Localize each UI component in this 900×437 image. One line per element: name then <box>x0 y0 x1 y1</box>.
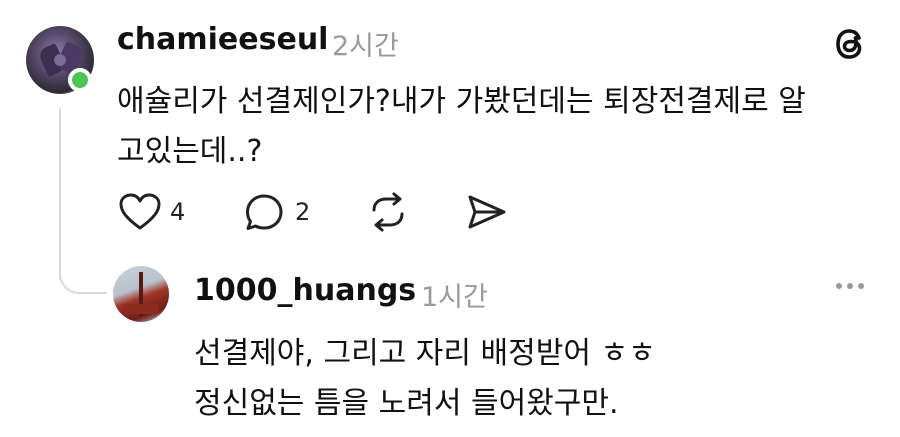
timestamp: 2시간 <box>332 31 399 62</box>
username[interactable]: chamieeseul <box>117 22 328 57</box>
comment-icon <box>246 194 283 230</box>
reply-button[interactable]: 2 <box>243 192 310 232</box>
thread-connector-line <box>59 108 61 280</box>
send-icon <box>468 195 506 229</box>
username[interactable]: 1000_huangs <box>194 273 416 308</box>
comment-text-line: 정신없는 틈을 노려서 들어왔구만. <box>194 386 619 421</box>
threads-logo-icon[interactable] <box>828 22 872 66</box>
repost-button[interactable] <box>366 192 410 232</box>
timestamp: 1시간 <box>421 282 488 313</box>
comment-text-line: 선결제야, 그리고 자리 배정받어 ㅎㅎ <box>194 336 656 371</box>
repost-icon <box>372 192 404 232</box>
online-status-indicator <box>68 68 92 92</box>
like-button[interactable]: 4 <box>118 192 185 232</box>
reply-count: 2 <box>295 198 311 226</box>
more-options-icon[interactable] <box>836 283 864 289</box>
heart-icon <box>119 193 161 230</box>
share-button[interactable] <box>465 192 509 232</box>
comment-text-line: 애슐리가 선결제인가?내가 가봤던데는 퇴장전결제로 알 <box>117 84 806 119</box>
like-count: 4 <box>170 198 186 226</box>
thread-connector-curve <box>59 262 107 294</box>
avatar[interactable] <box>113 266 169 322</box>
comment-text-line: 고있는데..? <box>117 134 263 169</box>
